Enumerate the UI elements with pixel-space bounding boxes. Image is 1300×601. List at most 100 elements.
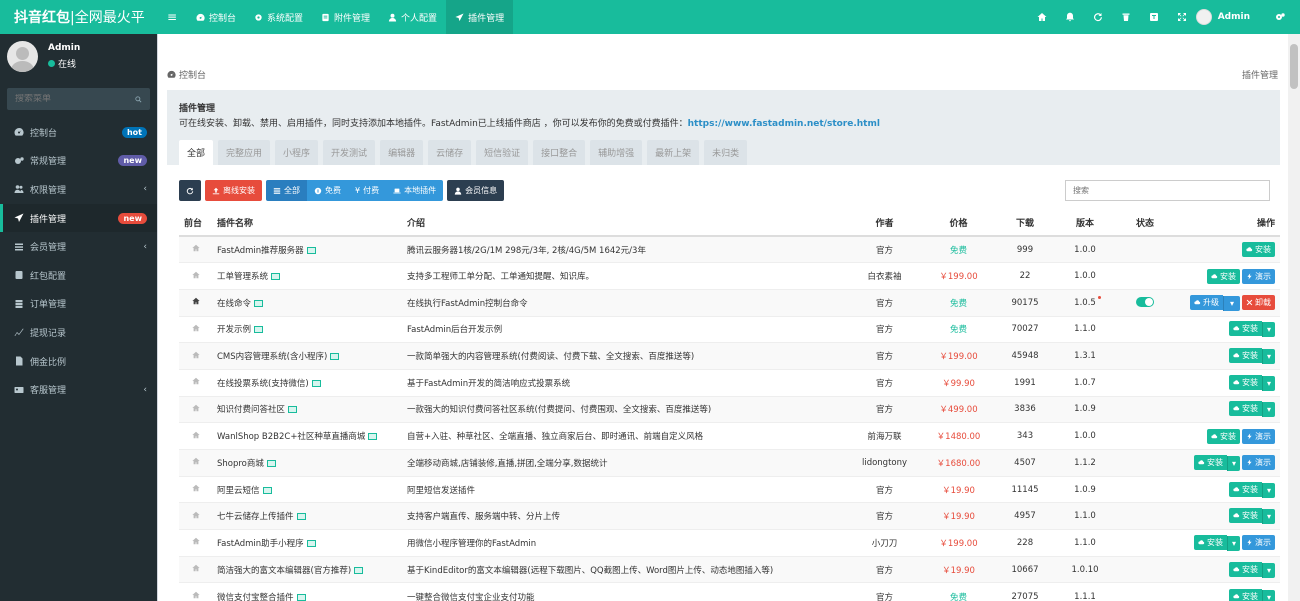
offline-install-button[interactable]: 离线安装 [205, 180, 262, 201]
addon-name[interactable]: 微信支付宝整合插件 [217, 593, 294, 601]
demo-button[interactable]: 演示 [1242, 428, 1275, 444]
col-name[interactable]: 插件名称 [212, 209, 402, 237]
filter-local-button[interactable]: 本地插件 [386, 180, 444, 201]
addon-name[interactable]: WanlShop B2B2C+社区种草直播商城 [217, 432, 365, 442]
upgrade-button[interactable]: 升级 [1189, 294, 1223, 310]
tab-10[interactable]: 未归类 [704, 140, 748, 165]
addon-name[interactable]: Shopro商城 [217, 459, 264, 469]
fullscreen-icon[interactable] [1168, 12, 1196, 22]
image-icon[interactable] [266, 459, 276, 467]
install-button[interactable]: 安装 [1228, 401, 1262, 417]
sidebar-search-input[interactable] [15, 94, 135, 104]
install-dropdown-toggle[interactable]: ▾ [1261, 349, 1275, 365]
topnav-profile[interactable]: 个人配置 [379, 0, 446, 34]
image-icon[interactable] [254, 326, 264, 334]
demo-button[interactable]: 演示 [1242, 534, 1275, 550]
top-username[interactable]: Admin [1218, 12, 1250, 22]
tab-2[interactable]: 小程序 [275, 140, 319, 165]
filter-paid-button[interactable]: ¥ 付费 [348, 180, 387, 201]
status-toggle[interactable] [1136, 297, 1154, 308]
install-button[interactable]: 安装 [1228, 481, 1262, 497]
tab-9[interactable]: 最新上架 [647, 140, 700, 165]
trash-icon[interactable] [1112, 12, 1140, 22]
install-dropdown-toggle[interactable]: ▾ [1261, 322, 1275, 338]
demo-button[interactable]: 演示 [1242, 268, 1275, 284]
col-price[interactable]: 价格 [922, 209, 995, 237]
image-icon[interactable] [306, 539, 316, 547]
image-icon[interactable] [262, 486, 272, 494]
install-button[interactable]: 安装 [1228, 321, 1262, 337]
image-icon[interactable] [254, 299, 264, 307]
topnav-attachments[interactable]: 附件管理 [312, 0, 379, 34]
tab-8[interactable]: 辅助增强 [590, 140, 643, 165]
image-icon[interactable] [368, 433, 378, 441]
front-home-icon[interactable] [179, 288, 212, 317]
tab-5[interactable]: 云储存 [428, 140, 472, 165]
addon-name[interactable]: FastAdmin助手小程序 [217, 539, 304, 549]
avatar[interactable] [1195, 9, 1212, 25]
install-button[interactable]: 安装 [1228, 561, 1262, 577]
sidebar-item-0[interactable]: 控制台 hot [0, 118, 157, 147]
col-version[interactable]: 版本 [1055, 209, 1115, 237]
col-ops[interactable]: 操作 [1175, 209, 1280, 237]
addon-name[interactable]: 知识付费问答社区 [217, 405, 285, 415]
install-dropdown-toggle[interactable]: ▾ [1261, 375, 1275, 391]
filter-free-button[interactable]: 免费 [307, 180, 348, 201]
install-dropdown-toggle[interactable]: ▾ [1261, 482, 1275, 498]
addon-name[interactable]: FastAdmin推荐服务器 [217, 246, 304, 256]
tab-1[interactable]: 完整应用 [218, 140, 271, 165]
sidebar-item-4[interactable]: 会员管理 ‹ [0, 232, 157, 261]
col-status[interactable]: 状态 [1115, 209, 1175, 237]
col-front[interactable]: 前台 [179, 209, 212, 237]
topnav-system-config[interactable]: 系统配置 [245, 0, 312, 34]
install-button[interactable]: 安装 [1193, 454, 1227, 470]
tab-7[interactable]: 接口整合 [533, 140, 586, 165]
sidebar-item-2[interactable]: 权限管理 ‹ [0, 175, 157, 204]
install-dropdown-toggle[interactable]: ▾ [1226, 455, 1240, 471]
sidebar-item-1[interactable]: 常规管理 new [0, 147, 157, 176]
addon-name[interactable]: 七牛云储存上传插件 [217, 512, 294, 522]
addon-name[interactable]: 工单管理系统 [217, 272, 268, 282]
refresh-icon[interactable] [1084, 12, 1112, 22]
addon-name[interactable]: 在线投票系统(支持微信) [217, 379, 309, 389]
addon-name[interactable]: 阿里云短信 [217, 486, 260, 496]
install-dropdown-toggle[interactable]: ▾ [1261, 402, 1275, 418]
install-dropdown-toggle[interactable]: ▾ [1226, 535, 1240, 551]
refresh-button[interactable] [179, 180, 201, 201]
install-dropdown-toggle[interactable]: ▾ [1261, 589, 1275, 601]
table-search-input[interactable] [1073, 186, 1262, 195]
search-icon[interactable] [135, 95, 142, 104]
tab-3[interactable]: 开发测试 [323, 140, 376, 165]
scrollbar-thumb[interactable] [1290, 44, 1298, 89]
col-downloads[interactable]: 下载 [995, 209, 1055, 237]
install-button[interactable]: 安装 [1193, 534, 1227, 550]
col-intro[interactable]: 介绍 [402, 209, 847, 237]
sidebar-item-3[interactable]: 插件管理 new [0, 203, 157, 233]
image-icon[interactable] [330, 353, 340, 361]
image-icon[interactable] [311, 379, 321, 387]
col-author[interactable]: 作者 [847, 209, 922, 237]
demo-button[interactable]: 演示 [1242, 454, 1275, 470]
image-icon[interactable] [296, 593, 306, 601]
topnav-dashboard[interactable]: 控制台 [187, 0, 245, 34]
image-icon[interactable] [354, 566, 364, 574]
image-icon[interactable] [288, 406, 298, 414]
install-button[interactable]: 安装 [1228, 348, 1262, 364]
store-link[interactable]: https://www.fastadmin.net/store.html [688, 119, 880, 129]
install-button[interactable]: 安装 [1242, 242, 1275, 258]
addon-name[interactable]: CMS内容管理系统(含小程序) [217, 352, 327, 362]
breadcrumb-home[interactable]: 控制台 [179, 68, 206, 81]
image-icon[interactable] [296, 513, 306, 521]
install-button[interactable]: 安装 [1207, 428, 1240, 444]
language-icon[interactable] [1140, 12, 1168, 22]
filter-all-button[interactable]: 全部 [266, 180, 307, 201]
tab-0[interactable]: 全部 [179, 140, 214, 165]
brand-logo[interactable]: 抖音红包 |全网最火平 [0, 0, 157, 34]
topnav-addons[interactable]: 插件管理 [446, 0, 514, 34]
tab-6[interactable]: 短信验证 [476, 140, 529, 165]
upgrade-dropdown-toggle[interactable]: ▾ [1222, 295, 1240, 311]
install-dropdown-toggle[interactable]: ▾ [1261, 562, 1275, 578]
sidebar-item-8[interactable]: 佣金比例 [0, 347, 157, 376]
page-scrollbar[interactable] [1288, 34, 1300, 601]
image-icon[interactable] [306, 246, 316, 254]
